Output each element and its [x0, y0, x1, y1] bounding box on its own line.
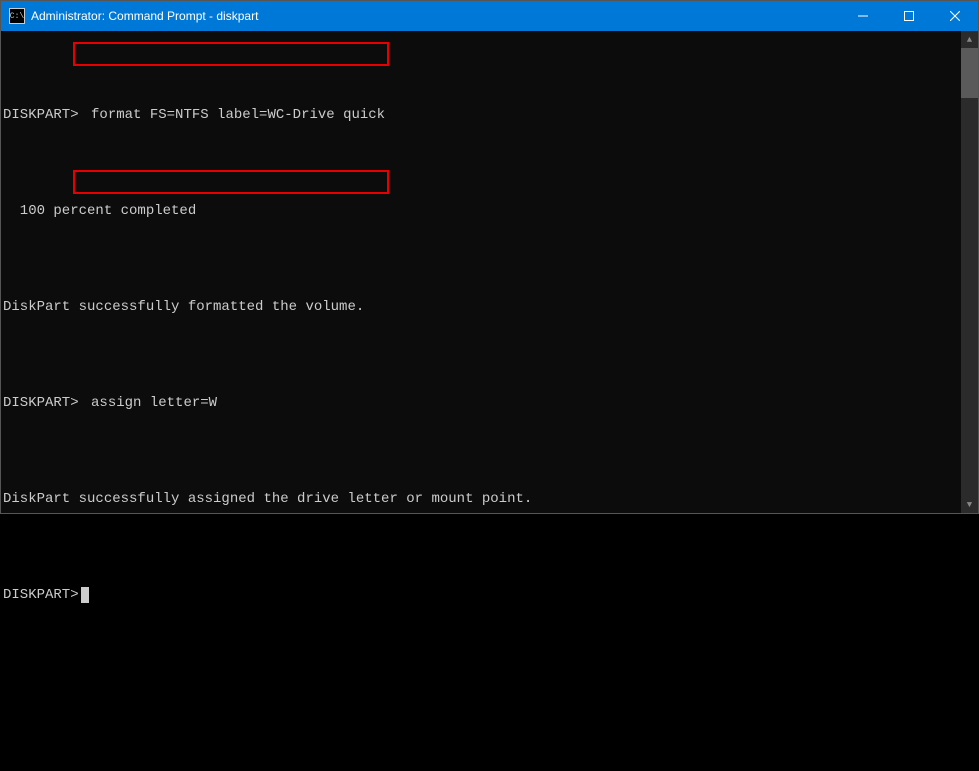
command-text: format FS=NTFS label=WC-Drive quick: [87, 99, 389, 131]
command-text: assign letter=W: [87, 387, 221, 419]
output-text: 100 percent completed: [3, 195, 196, 227]
scroll-thumb[interactable]: [961, 48, 978, 98]
terminal-output[interactable]: DISKPART> format FS=NTFS label=WC-Drive …: [1, 31, 961, 513]
maximize-button[interactable]: [886, 1, 932, 31]
terminal-line: DISKPART>: [3, 579, 961, 611]
scroll-down-arrow[interactable]: ▼: [961, 496, 978, 513]
terminal-line: 100 percent completed: [3, 195, 961, 227]
vertical-scrollbar[interactable]: ▲ ▼: [961, 31, 978, 513]
prompt: DISKPART>: [3, 99, 79, 131]
window-title: Administrator: Command Prompt - diskpart: [31, 9, 258, 23]
terminal-line: DiskPart successfully assigned the drive…: [3, 483, 961, 515]
terminal-line: DISKPART> format FS=NTFS label=WC-Drive …: [3, 99, 961, 131]
terminal-line: DiskPart successfully formatted the volu…: [3, 291, 961, 323]
output-text: DiskPart successfully assigned the drive…: [3, 483, 532, 515]
close-button[interactable]: [932, 1, 978, 31]
titlebar[interactable]: C:\ Administrator: Command Prompt - disk…: [1, 1, 978, 31]
scroll-up-arrow[interactable]: ▲: [961, 31, 978, 48]
highlight-box: [73, 170, 389, 194]
output-text: DiskPart successfully formatted the volu…: [3, 291, 364, 323]
prompt: DISKPART>: [3, 387, 79, 419]
minimize-button[interactable]: [840, 1, 886, 31]
highlight-box: [73, 42, 389, 66]
terminal-line: DISKPART> assign letter=W: [3, 387, 961, 419]
cmd-icon: C:\: [9, 8, 25, 24]
prompt: DISKPART>: [3, 579, 79, 611]
text-cursor: [81, 587, 89, 603]
